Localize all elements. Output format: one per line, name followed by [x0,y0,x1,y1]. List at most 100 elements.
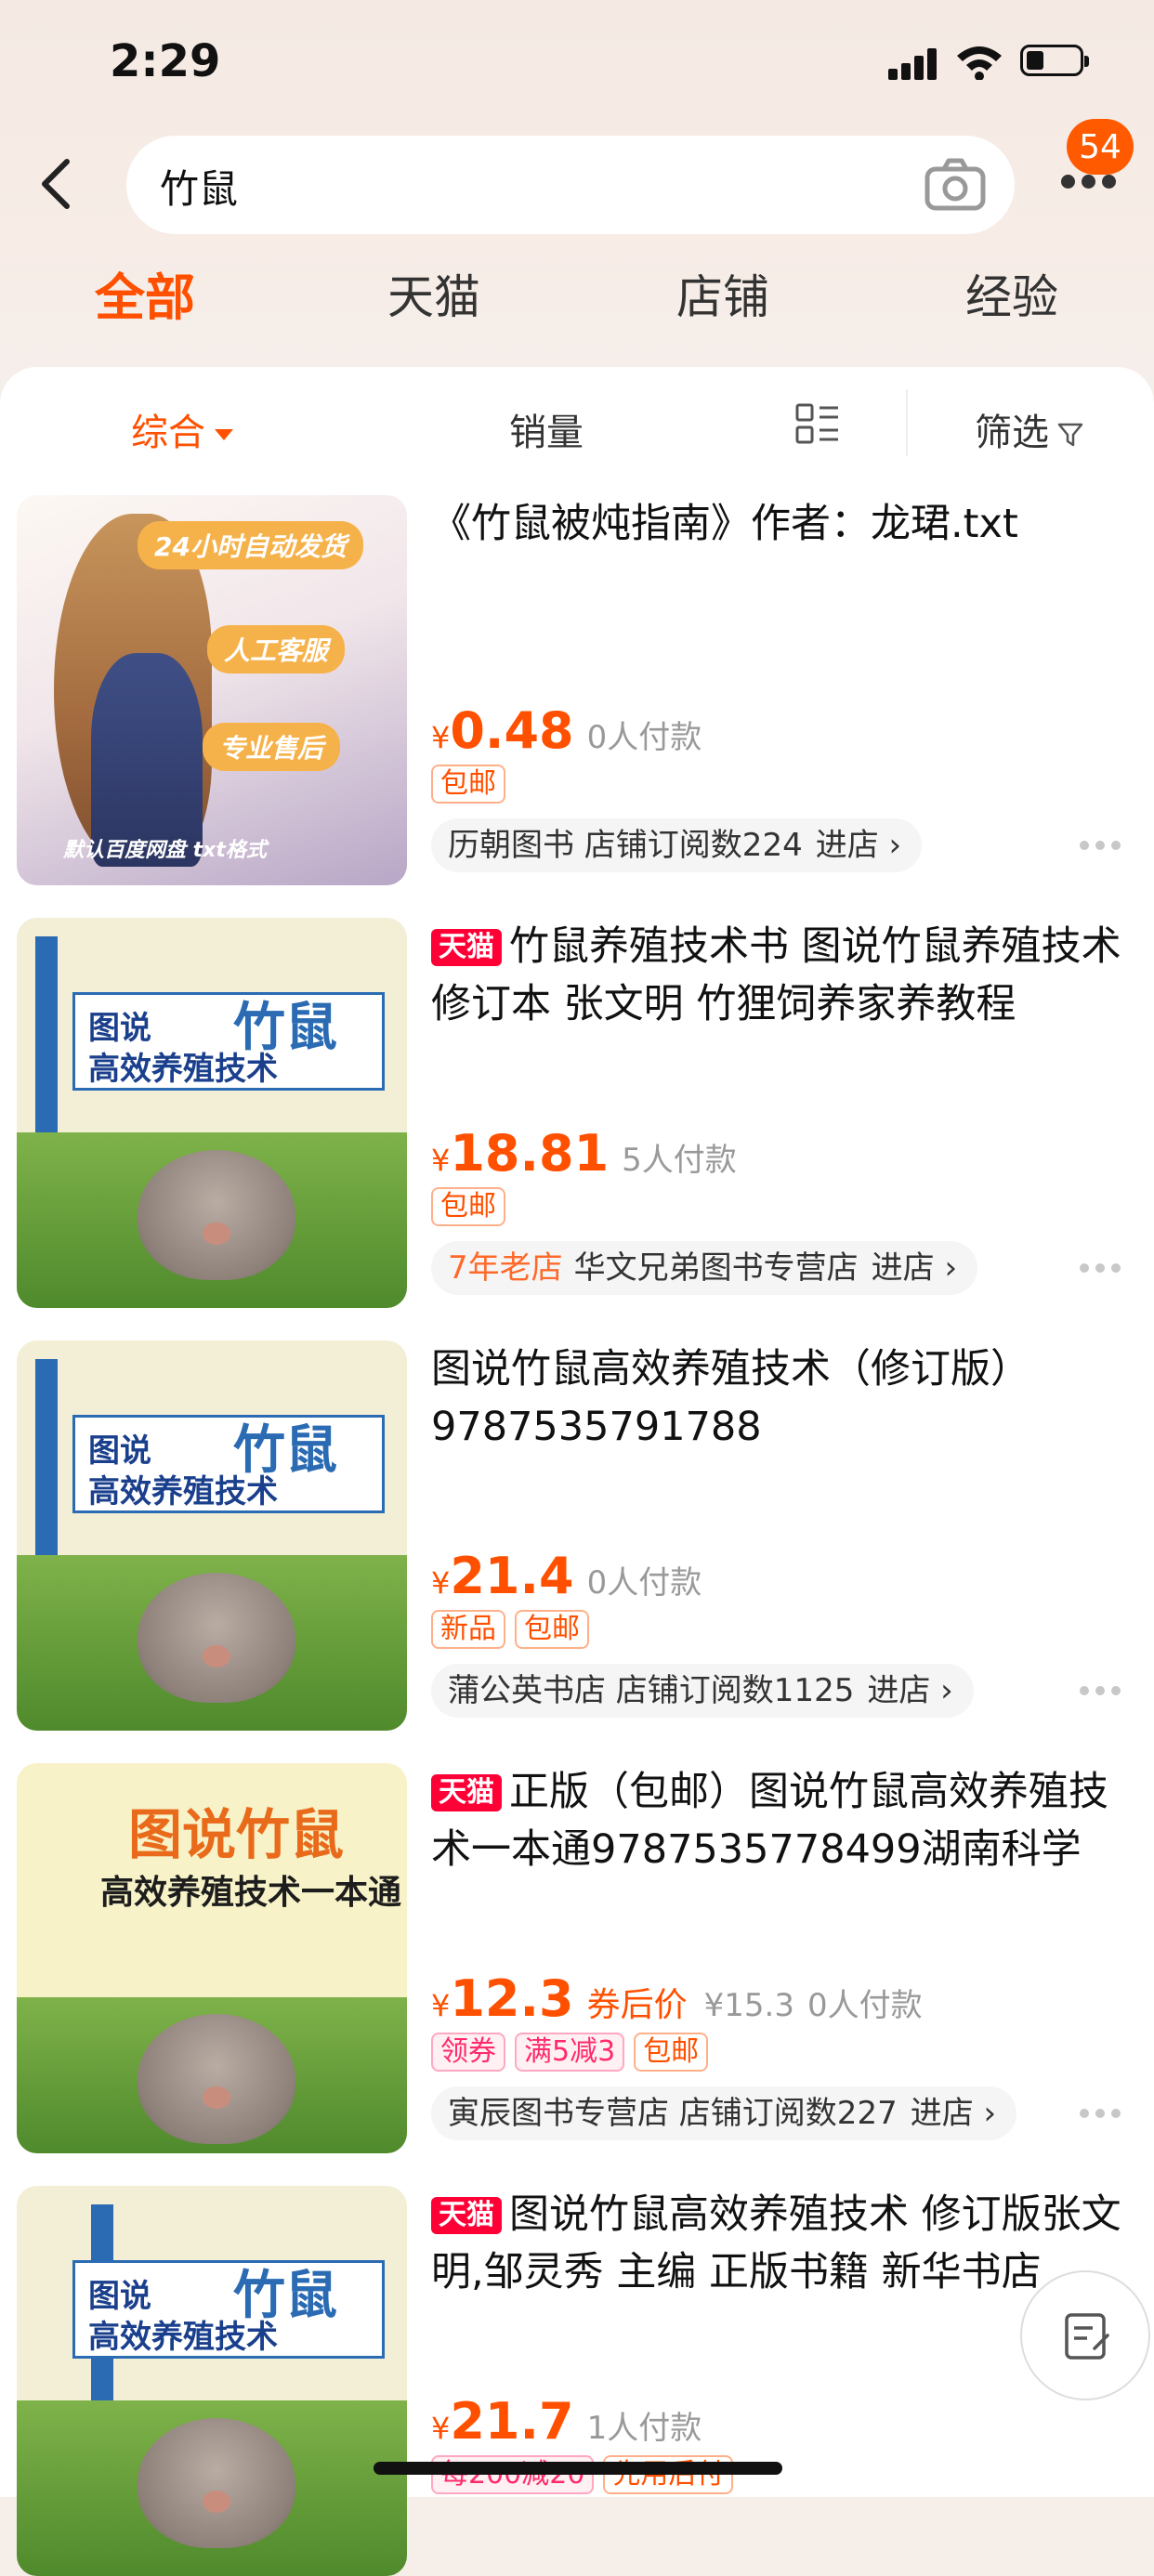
tab-experience[interactable]: 经验 [965,260,1058,327]
shop-link[interactable]: 蒲公英书店 店铺订阅数1125 进店 › [431,1664,974,1718]
price-row: ¥12.3 券后价 ¥15.3 0人付款 [431,1969,923,2028]
status-time: 2:29 [110,35,221,87]
cover-text: 高效养殖技术 [88,1051,278,1088]
tab-tmall[interactable]: 天猫 [387,260,480,327]
sales-count: 0人付款 [586,1564,702,1602]
discount-tag: 满5减3 [515,2033,625,2072]
shop-link[interactable]: 7年老店 华文兄弟图书专营店 进店 › [431,1241,978,1295]
sales-count: 0人付款 [806,1987,923,2024]
price: 21.4 [450,1547,574,1605]
product-title[interactable]: 《竹鼠被炖指南》作者：龙珺.txt [431,495,1135,553]
caret-down-icon [215,429,233,440]
store-age-label: 7年老店 [448,1249,563,1287]
after-coupon-label: 券后价 [586,1986,688,2024]
cover-text: 图说 [88,2278,151,2315]
sort-comprehensive-button[interactable]: 综合 [131,402,233,456]
free-shipping-tag: 包邮 [515,1610,589,1649]
price: 21.7 [450,2392,574,2451]
cover-text: 24小时自动发货 [138,521,363,569]
product-image[interactable]: 图说 竹鼠 高效养殖技术 [17,1340,407,1731]
original-price: ¥15.3 [703,1987,794,2024]
home-indicator [374,2462,782,2475]
edit-note-icon [1065,2313,1109,2360]
feedback-button[interactable] [1020,2270,1150,2400]
product-title[interactable]: 天猫 竹鼠养殖技术书 图说竹鼠养殖技术 修订本 张文明 竹狸饲养家养教程 [431,918,1135,1033]
cover-text: 高效养殖技术一本通 [100,1874,402,1912]
chevron-right-icon: › [944,1249,958,1287]
cover-text: 人工客服 [207,625,346,673]
shop-name: 蒲公英书店 店铺订阅数1125 [448,1672,855,1709]
chevron-right-icon: › [983,2095,997,2132]
sales-count: 1人付款 [586,2410,702,2447]
sort-sales-button[interactable]: 销量 [509,402,584,456]
cover-text: 高效养殖技术 [88,1473,278,1510]
product-card[interactable]: 图说 竹鼠 高效养殖技术 图说竹鼠高效养殖技术（修订版）978753579178… [0,1340,1154,1740]
chevron-right-icon: › [888,827,902,864]
more-options-icon[interactable] [1080,1686,1121,1697]
cellular-signal-icon [888,48,940,80]
shop-link[interactable]: 寅辰图书专营店 店铺订阅数227 进店 › [431,2086,1017,2140]
filter-button[interactable]: 筛选 [975,402,1084,456]
sales-count: 5人付款 [622,1142,737,1179]
tmall-badge: 天猫 [431,2197,502,2234]
cover-text: 图说 [88,1432,151,1470]
cover-text: 专业售后 [203,723,341,771]
product-title[interactable]: 天猫 正版（包邮）图说竹鼠高效养殖技术一本通9787535778499湖南科学 [431,1763,1135,1878]
cover-text: 默认百度网盘 txt格式 [63,839,267,862]
tag-row: 包邮 [431,1187,515,1228]
price-row: ¥18.81 5人付款 [431,1124,737,1183]
more-options-icon[interactable] [1080,1263,1121,1275]
sales-count: 0人付款 [586,719,702,756]
product-card[interactable]: 图说 竹鼠 高效养殖技术 天猫 竹鼠养殖技术书 图说竹鼠养殖技术 修订本 张文明 … [0,918,1154,1317]
enter-shop-label: 进店 [867,1672,931,1709]
camera-icon[interactable] [924,156,987,212]
filter-funnel-icon [1057,423,1083,447]
filter-label: 筛选 [975,412,1049,454]
more-menu-icon[interactable] [1061,175,1117,190]
category-tabs: 全部 天猫 店铺 经验 [0,260,1154,334]
price-row: ¥21.4 0人付款 [431,1547,702,1605]
product-image[interactable]: 图说 竹鼠 高效养殖技术 [17,2186,407,2576]
tag-row: 包邮 [431,765,515,805]
product-title[interactable]: 图说竹鼠高效养殖技术（修订版）9787535791788 [431,1340,1135,1456]
sort-comprehensive-label: 综合 [131,412,205,454]
free-shipping-tag: 包邮 [431,1187,505,1226]
enter-shop-label: 进店 [815,827,879,864]
search-input[interactable]: 竹鼠 [126,136,1015,234]
search-query: 竹鼠 [160,166,239,212]
shop-link[interactable]: 历朝图书 店铺订阅数224 进店 › [431,818,923,872]
product-title[interactable]: 天猫 图说竹鼠高效养殖技术 修订版张文明,邹灵秀 主编 正版书籍 新华书店 [431,2186,1135,2301]
get-coupon-tag[interactable]: 领券 [431,2033,505,2072]
back-arrow-icon[interactable] [35,156,78,212]
new-product-tag: 新品 [431,1610,505,1649]
tab-all[interactable]: 全部 [95,256,195,330]
price-row: ¥0.48 0人付款 [431,701,702,760]
product-card[interactable]: 图说竹鼠 高效养殖技术一本通 天猫 正版（包邮）图说竹鼠高效养殖技术一本通9787… [0,1763,1154,2163]
list-layout-toggle-icon[interactable] [795,402,840,445]
cover-text: 图说竹鼠 [128,1803,345,1866]
tag-row: 领券 满5减3 包邮 [431,2033,717,2073]
shop-name: 寅辰图书专营店 店铺订阅数227 [448,2095,898,2132]
free-shipping-tag: 包邮 [634,2033,709,2072]
tab-shops[interactable]: 店铺 [676,260,769,327]
sort-bar-divider [906,389,908,456]
price: 18.81 [450,1124,610,1183]
product-card[interactable]: 图说 竹鼠 高效养殖技术 天猫 图说竹鼠高效养殖技术 修订版张文明,邹灵秀 主编 … [0,2186,1154,2576]
price: 12.3 [450,1969,574,2028]
price-row: ¥21.7 1人付款 [431,2392,702,2451]
shop-name: 历朝图书 店铺订阅数224 [448,827,803,864]
product-card[interactable]: 24小时自动发货 人工客服 专业售后 默认百度网盘 txt格式 《竹鼠被炖指南》… [0,495,1154,895]
more-options-icon[interactable] [1080,2109,1121,2120]
product-image[interactable]: 24小时自动发货 人工客服 专业售后 默认百度网盘 txt格式 [17,495,407,885]
tag-row: 新品 包邮 [431,1610,598,1651]
wifi-icon [957,46,1002,80]
cover-text: 高效养殖技术 [88,2319,278,2356]
tmall-badge: 天猫 [431,1774,502,1811]
notification-count-badge: 54 [1067,119,1134,175]
product-image[interactable]: 图说 竹鼠 高效养殖技术 [17,918,407,1308]
sort-bar: 综合 销量 筛选 [0,367,1154,478]
tmall-badge: 天猫 [431,929,502,966]
product-image[interactable]: 图说竹鼠 高效养殖技术一本通 [17,1763,407,2153]
more-options-icon[interactable] [1080,841,1121,852]
cover-text: 图说 [88,1010,151,1047]
